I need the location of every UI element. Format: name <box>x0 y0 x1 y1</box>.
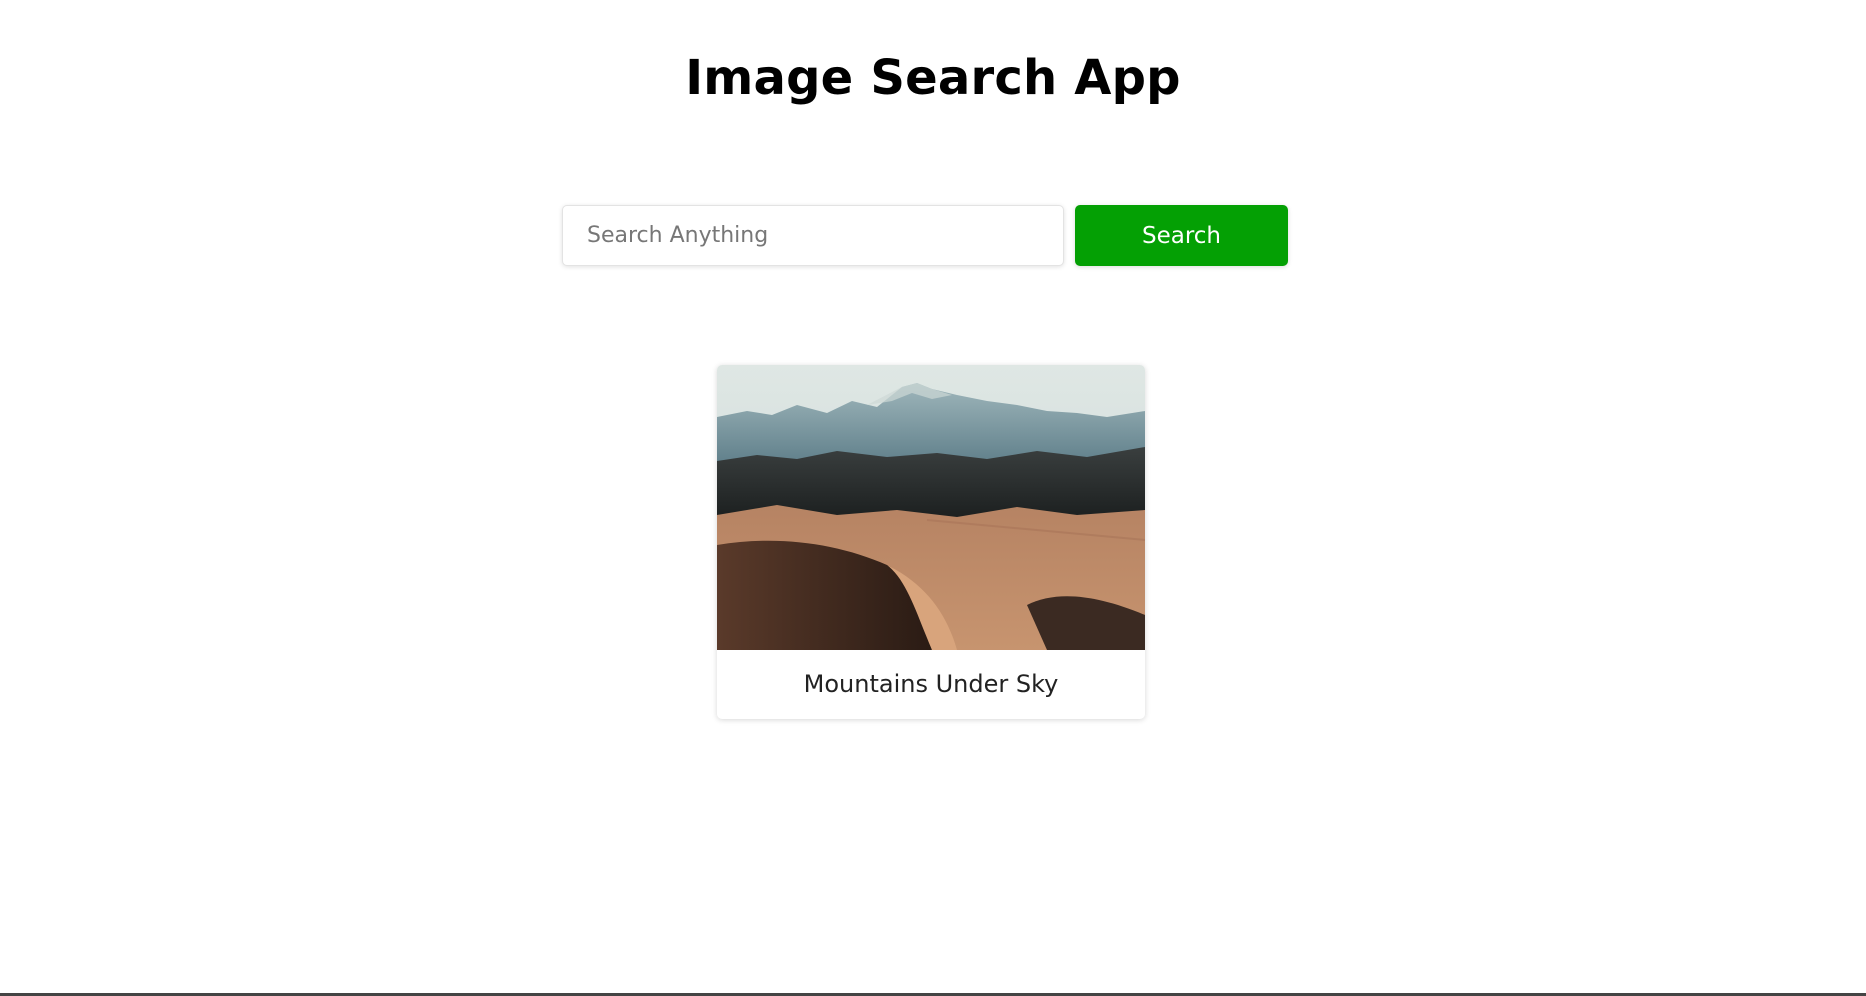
search-form: Search <box>562 205 1288 267</box>
result-caption: Mountains Under Sky <box>803 670 1059 698</box>
search-button[interactable]: Search <box>1075 205 1288 266</box>
result-image[interactable] <box>717 365 1145 650</box>
page-title: Image Search App <box>685 50 1181 106</box>
search-results: Mountains Under Sky <box>717 365 1145 719</box>
page: Image Search App Search Anything Search … <box>0 0 1866 996</box>
search-input[interactable] <box>562 205 1064 266</box>
result-card[interactable]: Mountains Under Sky <box>717 365 1145 719</box>
